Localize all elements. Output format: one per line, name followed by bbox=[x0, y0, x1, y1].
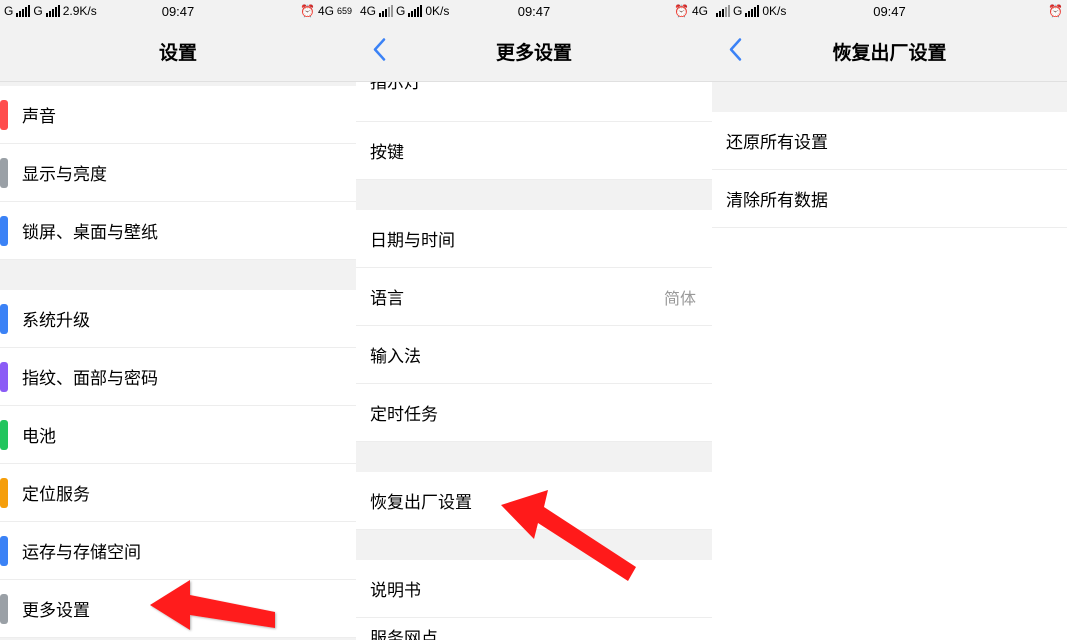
settings-item-factory-reset[interactable]: 恢复出厂设置 bbox=[356, 472, 712, 530]
item-label: 日期与时间 bbox=[370, 226, 455, 251]
carrier-label: G bbox=[733, 4, 742, 18]
lockscreen-icon bbox=[0, 216, 8, 246]
fingerprint-icon bbox=[0, 362, 8, 392]
item-label: 语言 bbox=[370, 284, 404, 309]
upgrade-icon bbox=[0, 304, 8, 334]
net-speed: 0K/s bbox=[762, 4, 786, 18]
settings-item-display[interactable]: 显示与亮度 bbox=[0, 144, 356, 202]
nav-bar: 更多设置 bbox=[356, 22, 712, 82]
item-label: 还原所有设置 bbox=[726, 128, 828, 153]
item-label: 定位服务 bbox=[22, 480, 90, 505]
item-label: 恢复出厂设置 bbox=[370, 488, 472, 513]
settings-item-keys[interactable]: 按键 bbox=[356, 122, 712, 180]
status-time: 09:47 bbox=[873, 4, 906, 19]
settings-item-manual[interactable]: 说明书 bbox=[356, 560, 712, 618]
pct: 659 bbox=[337, 6, 352, 16]
settings-item-more[interactable]: 更多设置 bbox=[0, 580, 356, 638]
settings-item-lockscreen[interactable]: 锁屏、桌面与壁纸 bbox=[0, 202, 356, 260]
location-icon bbox=[0, 478, 8, 508]
display-icon bbox=[0, 158, 8, 188]
item-label: 定时任务 bbox=[370, 400, 438, 425]
settings-item-reset-all[interactable]: 还原所有设置 bbox=[712, 112, 1067, 170]
page-title: 恢复出厂设置 bbox=[832, 38, 946, 65]
item-label: 更多设置 bbox=[22, 596, 90, 621]
settings-item-service[interactable]: 服务网点 bbox=[356, 618, 712, 640]
settings-item-sound[interactable]: 声音 bbox=[0, 86, 356, 144]
item-value: 简体 bbox=[664, 285, 696, 309]
back-button[interactable] bbox=[372, 37, 386, 66]
status-time: 09:47 bbox=[518, 4, 551, 19]
status-time: 09:47 bbox=[162, 4, 195, 19]
alarm-icon: ⏰ bbox=[300, 4, 315, 18]
more-icon bbox=[0, 594, 8, 624]
item-label: 锁屏、桌面与壁纸 bbox=[22, 218, 158, 243]
settings-item-language[interactable]: 语言 简体 bbox=[356, 268, 712, 326]
item-label: 服务网点 bbox=[370, 624, 438, 640]
signal-icon bbox=[408, 5, 422, 17]
item-label: 指纹、面部与密码 bbox=[22, 364, 158, 389]
sound-icon bbox=[0, 100, 8, 130]
carrier-label: G bbox=[4, 4, 13, 18]
signal-icon bbox=[379, 5, 393, 17]
net-speed: 2.9K/s bbox=[63, 4, 97, 18]
status-bar: G G 2.9K/s 09:47 ⏰ 4G 659 bbox=[0, 0, 356, 22]
item-label: 指示灯 bbox=[370, 82, 421, 93]
signal-icon bbox=[16, 5, 30, 17]
status-bar: G 0K/s 09:47 ⏰ bbox=[712, 0, 1067, 22]
item-label: 输入法 bbox=[370, 342, 421, 367]
page-title: 设置 bbox=[159, 38, 197, 65]
item-label: 声音 bbox=[22, 102, 56, 127]
settings-item-biometric[interactable]: 指纹、面部与密码 bbox=[0, 348, 356, 406]
settings-item-upgrade[interactable]: 系统升级 bbox=[0, 290, 356, 348]
storage-icon bbox=[0, 536, 8, 566]
page-title: 更多设置 bbox=[496, 38, 572, 65]
nav-bar: 恢复出厂设置 bbox=[712, 22, 1067, 82]
nav-bar: 设置 bbox=[0, 22, 356, 82]
settings-item-input[interactable]: 输入法 bbox=[356, 326, 712, 384]
item-label: 说明书 bbox=[370, 576, 421, 601]
item-label: 清除所有数据 bbox=[726, 186, 828, 211]
fourg-label: 4G bbox=[692, 4, 708, 18]
item-label: 运存与存储空间 bbox=[22, 538, 141, 563]
settings-item-clear-all[interactable]: 清除所有数据 bbox=[712, 170, 1067, 228]
carrier-label: G bbox=[396, 4, 405, 18]
settings-item-indicator[interactable]: 指示灯 bbox=[356, 82, 712, 122]
settings-item-battery[interactable]: 电池 bbox=[0, 406, 356, 464]
alarm-icon: ⏰ bbox=[674, 4, 689, 18]
alarm-icon: ⏰ bbox=[1048, 4, 1063, 18]
fourg-label: 4G bbox=[318, 4, 334, 18]
item-label: 电池 bbox=[22, 422, 56, 447]
status-bar: 4G G 0K/s 09:47 ⏰ 4G bbox=[356, 0, 712, 22]
carrier-label: G bbox=[33, 4, 42, 18]
fourg-label: 4G bbox=[360, 4, 376, 18]
item-label: 显示与亮度 bbox=[22, 160, 107, 185]
settings-item-datetime[interactable]: 日期与时间 bbox=[356, 210, 712, 268]
net-speed: 0K/s bbox=[425, 4, 449, 18]
signal-icon bbox=[716, 5, 730, 17]
settings-item-location[interactable]: 定位服务 bbox=[0, 464, 356, 522]
signal-icon bbox=[745, 5, 759, 17]
signal-icon bbox=[46, 5, 60, 17]
item-label: 系统升级 bbox=[22, 306, 90, 331]
item-label: 按键 bbox=[370, 138, 404, 163]
back-button[interactable] bbox=[728, 37, 742, 66]
battery-icon bbox=[0, 420, 8, 450]
settings-item-timer[interactable]: 定时任务 bbox=[356, 384, 712, 442]
settings-item-storage[interactable]: 运存与存储空间 bbox=[0, 522, 356, 580]
